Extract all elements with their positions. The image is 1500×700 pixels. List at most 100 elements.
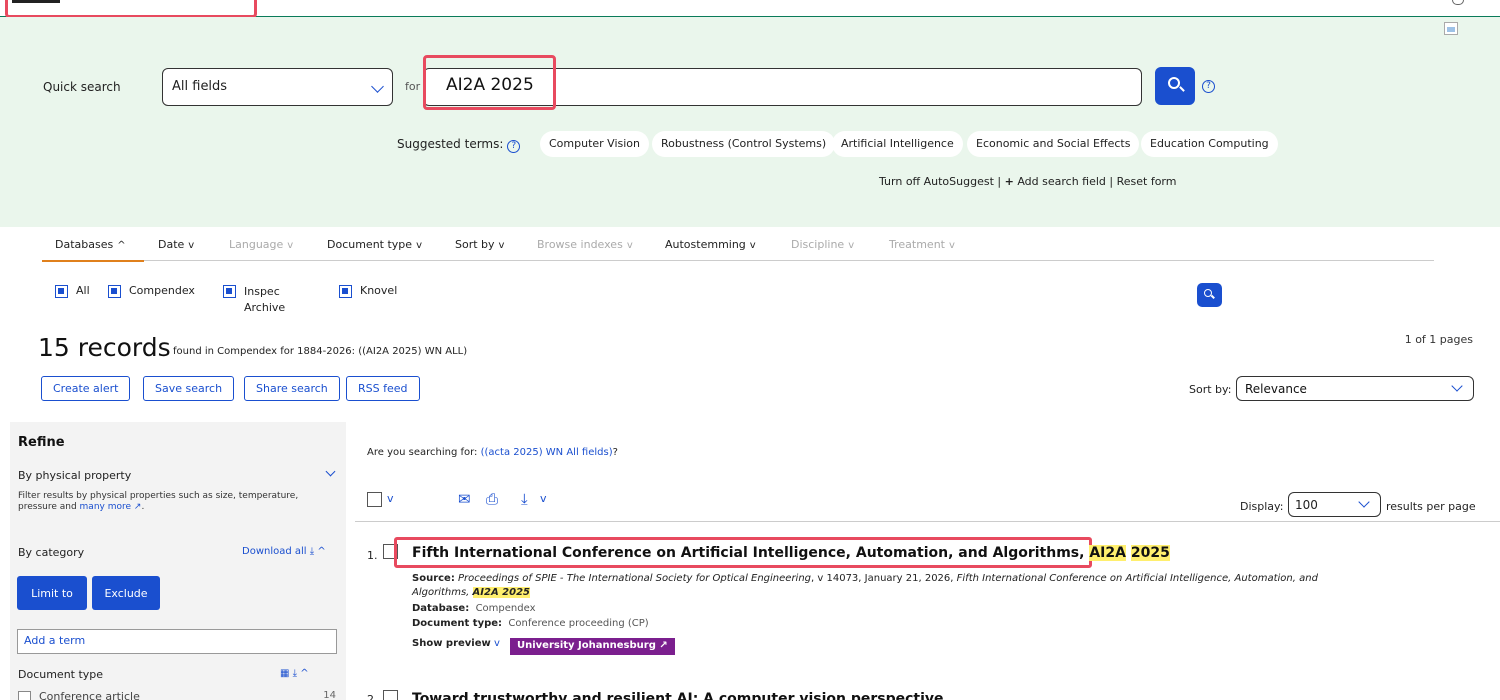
source-volume: , v 14073, January 21, 2026, [811, 573, 957, 584]
search-icon [1204, 289, 1212, 297]
download-icon[interactable]: ⤓ [521, 490, 528, 508]
search-panel [0, 17, 1500, 227]
tab-browse-indexes: Browse indexes v [537, 238, 633, 251]
save-search-button[interactable]: Save search [143, 376, 235, 401]
description-text: Filter results by physical properties su… [18, 491, 299, 512]
download-all-link[interactable]: Download all ⤓ ^ [242, 546, 326, 557]
physical-property-toggle[interactable]: By physical property [18, 469, 131, 482]
chart-icon[interactable]: ▦ [280, 668, 289, 679]
tab-document-type[interactable]: Document type v [327, 238, 422, 251]
chevron-down-icon: v [749, 240, 756, 251]
tab-label: Browse indexes [537, 238, 623, 251]
tab-label: Discipline [791, 238, 845, 251]
did-you-mean-link[interactable]: ((acta 2025) WN All fields) [481, 447, 613, 458]
search-button[interactable] [1155, 67, 1195, 105]
page-count: 1 of 1 pages [1404, 333, 1473, 346]
image-icon [1444, 22, 1458, 35]
suggested-term-chip[interactable]: Computer Vision [540, 131, 650, 157]
checkbox[interactable] [223, 284, 236, 298]
tab-autostemming[interactable]: Autostemming v [665, 238, 756, 251]
search-query-value[interactable]: AI2A 2025 [423, 55, 556, 110]
create-alert-button[interactable]: Create alert [41, 376, 131, 401]
db-checkbox-knovel[interactable]: Knovel [339, 284, 397, 298]
chevron-down-icon[interactable]: v [540, 492, 547, 505]
tab-date[interactable]: Date v [158, 238, 194, 251]
email-icon[interactable]: ✉ [458, 490, 471, 508]
tab-label: Date [158, 238, 185, 251]
display-value: 100 [1295, 498, 1318, 512]
facet-label: Conference article [39, 690, 140, 700]
help-icon[interactable]: ? [1202, 80, 1215, 93]
add-term-input[interactable]: Add a term [17, 629, 337, 654]
tab-label: Autostemming [665, 238, 746, 251]
chevron-up-icon[interactable]: ^ [300, 668, 308, 679]
for-label: for [405, 80, 421, 93]
autosuggest-toggle-link[interactable]: Turn off AutoSuggest [879, 175, 994, 188]
many-more-link[interactable]: many more [80, 502, 132, 512]
library-link-badge[interactable]: University Johannesburg ↗ [510, 638, 675, 655]
print-icon[interactable]: ⎙ [486, 490, 498, 508]
display-select[interactable]: 100 [1288, 492, 1381, 517]
did-you-mean-prefix: Are you searching for: [367, 447, 481, 458]
tab-label: Document type [327, 238, 413, 251]
document-type-label: Document type [18, 668, 104, 681]
db-checkbox-compendex[interactable]: Compendex [108, 284, 195, 298]
result-checkbox[interactable] [383, 690, 398, 700]
suggested-term-chip[interactable]: Artificial Intelligence [832, 131, 963, 157]
source-label: Source: [412, 573, 455, 584]
checkbox[interactable] [18, 690, 31, 700]
external-link-icon: ↗ [131, 502, 142, 512]
limit-to-button[interactable]: Limit to [17, 576, 87, 610]
rss-feed-button[interactable]: RSS feed [346, 376, 420, 401]
database-label: Database: [412, 603, 470, 614]
document-type-tools[interactable]: ▦ ⤓ ^ [280, 668, 309, 679]
chevron-down-icon: v [416, 240, 422, 251]
share-search-button[interactable]: Share search [244, 376, 340, 401]
logo[interactable] [12, 0, 60, 3]
tab-databases[interactable]: Databases ^ [55, 238, 126, 251]
chevron-down-icon [371, 80, 384, 93]
search-links-row: Turn off AutoSuggest | + Add search fiel… [879, 175, 1176, 188]
sort-by-label: Sort by: [1189, 383, 1232, 396]
by-category-label: By category [18, 546, 85, 559]
select-all-checkbox[interactable] [367, 492, 382, 507]
db-checkbox-inspec-archive[interactable]: Inspec Archive [223, 284, 294, 316]
chevron-down-icon[interactable]: v [387, 492, 394, 505]
divider: | [1109, 175, 1117, 188]
chevron-down-icon[interactable] [325, 466, 336, 477]
results-per-page-label: results per page [1386, 500, 1476, 513]
chevron-down-icon: v [498, 240, 505, 251]
suggested-term-chip[interactable]: Robustness (Control Systems) [652, 131, 836, 157]
quick-search-label: Quick search [43, 80, 121, 94]
download-icon[interactable]: ⤓ [293, 668, 297, 679]
result-title[interactable]: Fifth International Conference on Artifi… [412, 545, 1170, 561]
checkbox[interactable] [55, 284, 68, 298]
tab-label: Treatment [889, 238, 945, 251]
search-field-select[interactable]: All fields [162, 68, 393, 106]
user-icon[interactable] [1452, 0, 1464, 5]
result-doctype: Document type: Conference proceeding (CP… [412, 618, 649, 629]
refine-title: Refine [18, 435, 65, 450]
checkbox[interactable] [108, 284, 121, 298]
refine-sidebar: Refine By physical property Filter resul… [10, 422, 346, 700]
sort-value: Relevance [1245, 382, 1307, 396]
tab-sort-by[interactable]: Sort by v [455, 238, 504, 251]
add-search-field-link[interactable]: Add search field [1017, 175, 1106, 188]
suggested-term-chip[interactable]: Economic and Social Effects [967, 131, 1140, 157]
facet-row[interactable]: Conference article 14 [18, 690, 340, 700]
search-button[interactable] [1197, 283, 1222, 307]
active-tab-indicator [42, 260, 144, 262]
checkbox[interactable] [339, 284, 352, 298]
show-preview-toggle[interactable]: Show preview v [412, 638, 500, 649]
db-checkbox-all[interactable]: All [55, 284, 90, 298]
db-label: Compendex [129, 284, 195, 297]
chevron-up-icon: ^ [117, 240, 126, 251]
suggested-term-chip[interactable]: Education Computing [1141, 131, 1278, 157]
download-icon: ⤓ [309, 546, 315, 557]
sort-select[interactable]: Relevance [1236, 376, 1474, 401]
help-icon[interactable]: ? [507, 140, 521, 153]
title-text: Fifth International Conference on Artifi… [412, 545, 1090, 561]
result-title[interactable]: Toward trustworthy and resilient AI: A c… [412, 691, 944, 700]
exclude-button[interactable]: Exclude [92, 576, 160, 610]
reset-form-link[interactable]: Reset form [1117, 175, 1177, 188]
